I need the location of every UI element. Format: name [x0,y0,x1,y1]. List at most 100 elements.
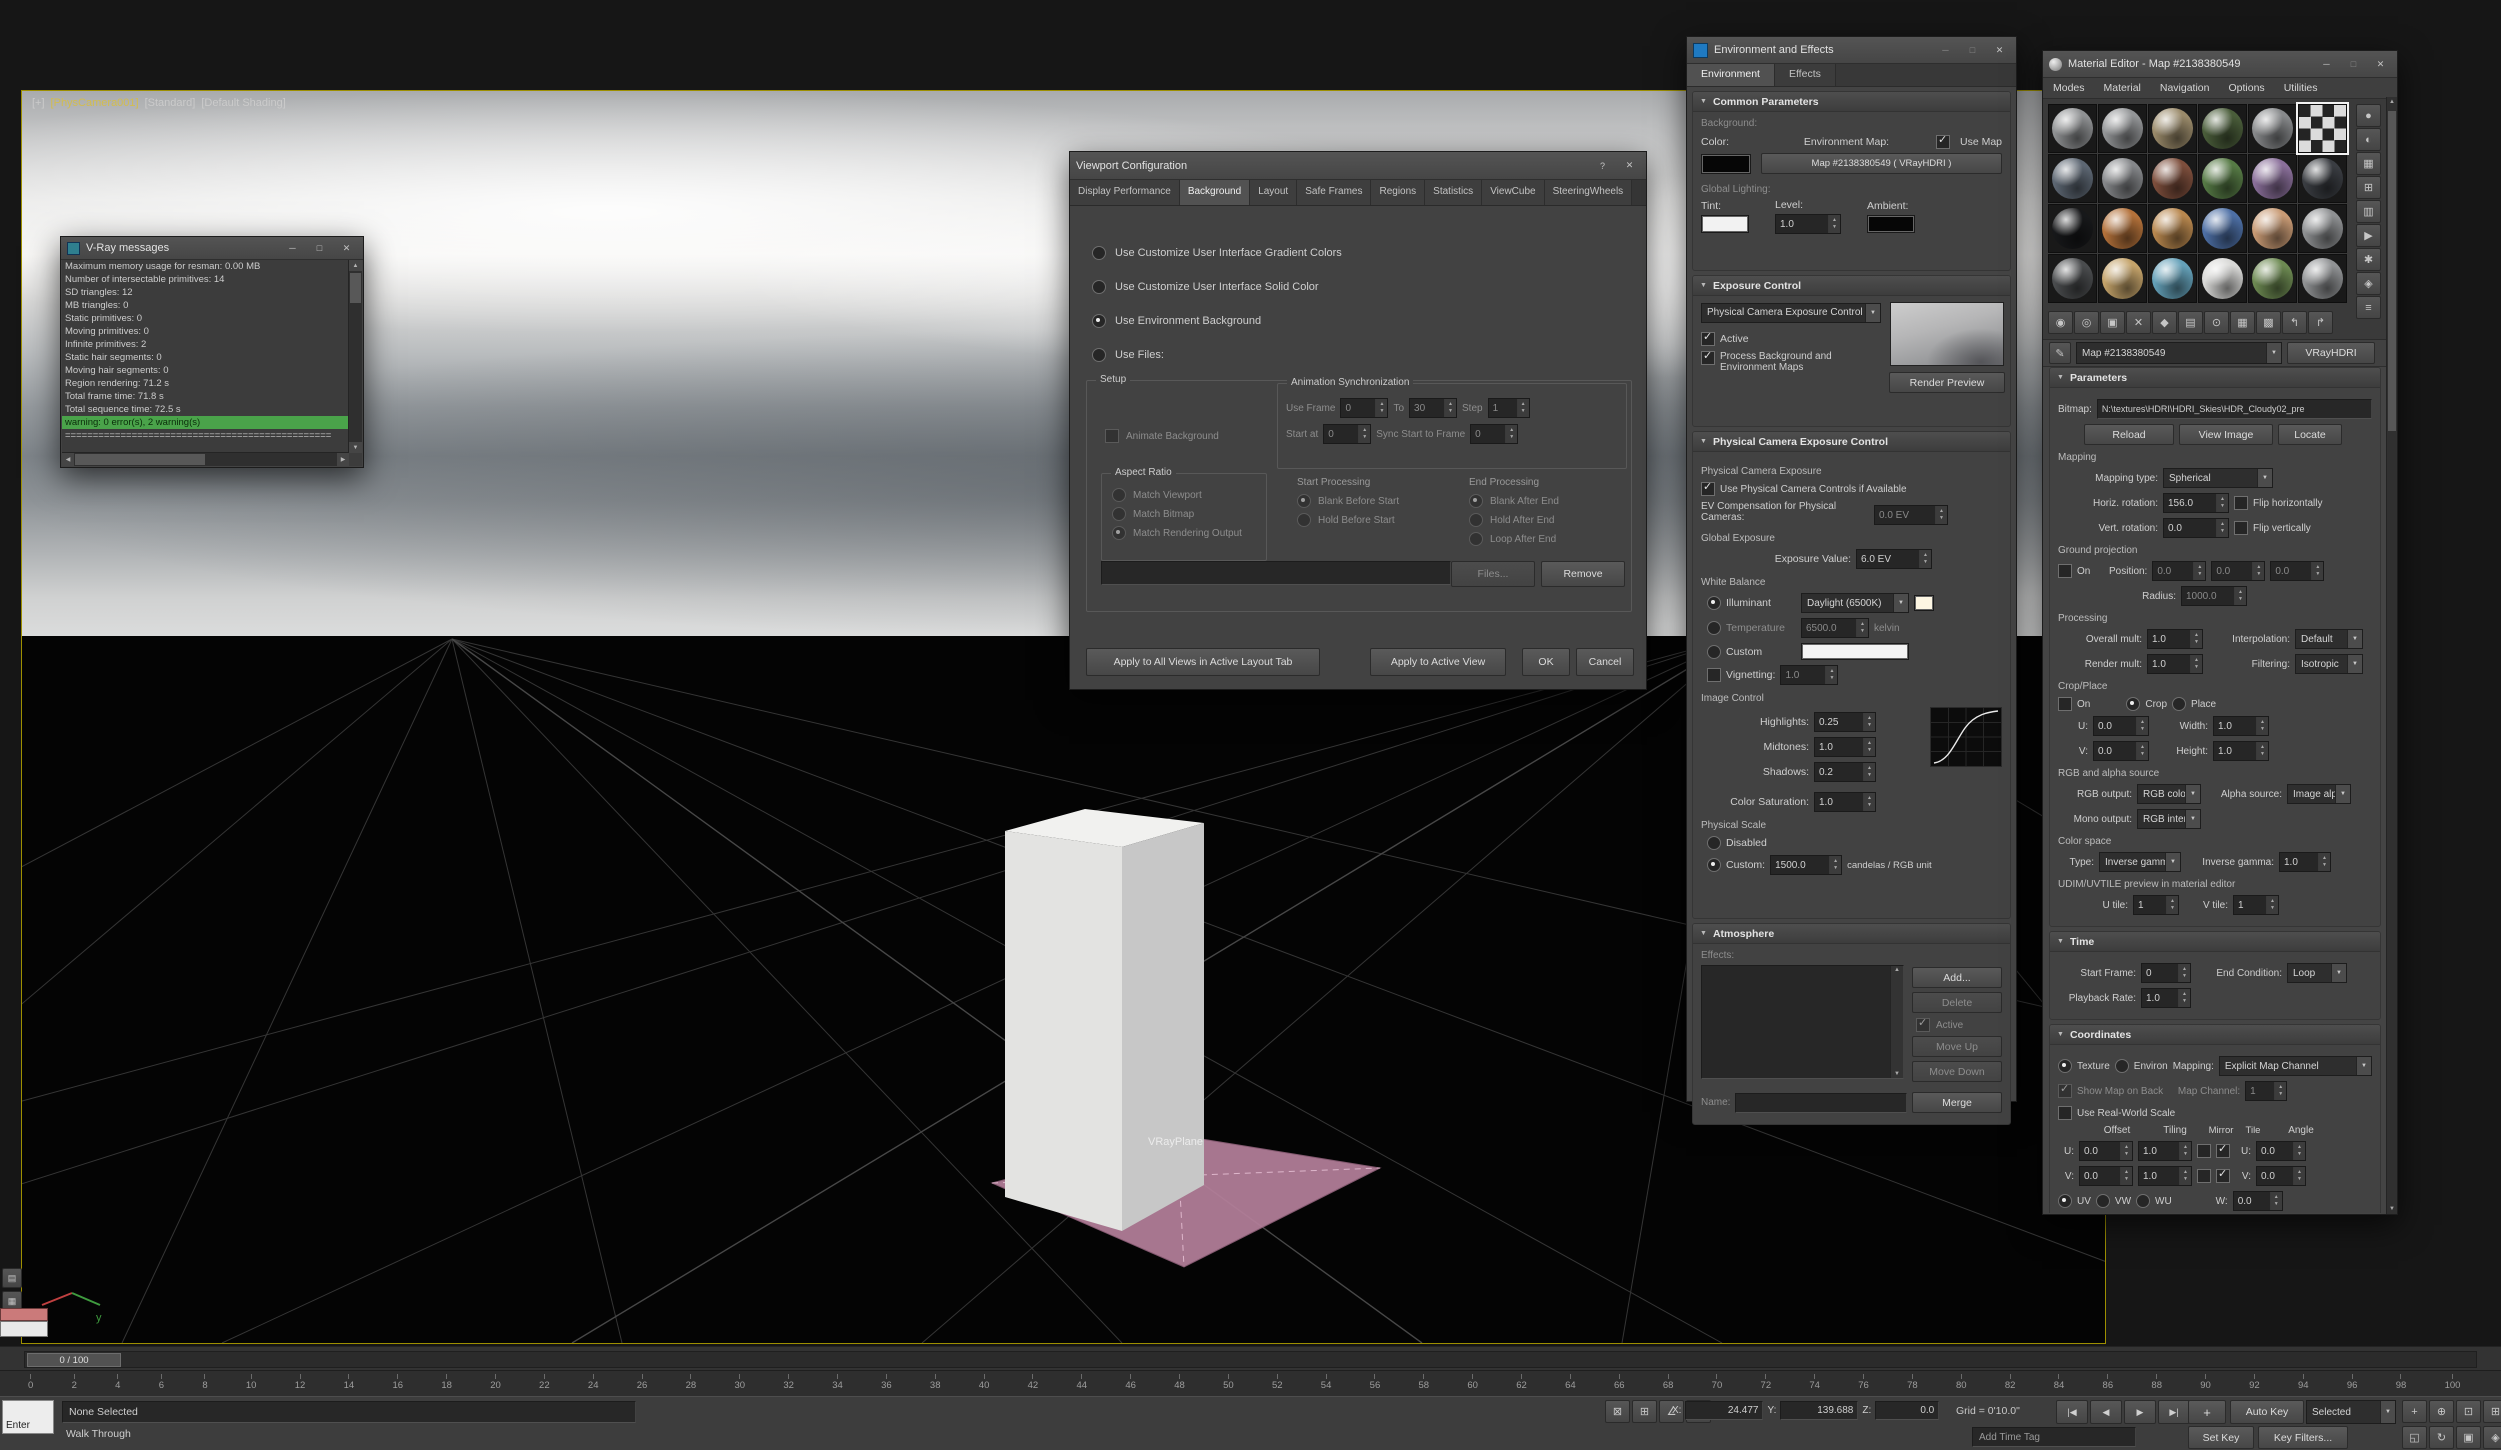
shadows-field[interactable]: 0.2 [1814,762,1876,782]
close-icon[interactable]: ✕ [1989,42,2010,58]
to-frame-field[interactable]: 30 [1409,398,1457,418]
show-map-in-viewport-icon[interactable]: ▦ [2230,311,2255,334]
viewport-renderer-menu[interactable]: [Standard] [145,97,196,109]
time-slider-track[interactable]: 0 / 100 [24,1351,2477,1368]
timeline-tick[interactable]: 16 [392,1374,403,1391]
timeline-tick[interactable]: 28 [686,1374,697,1391]
vw-radio[interactable] [2096,1194,2110,1208]
tab-background[interactable]: Background [1180,180,1250,205]
effect-active-checkbox[interactable] [1916,1018,1930,1032]
material-sample-slot[interactable] [2298,154,2347,203]
timeline-tick[interactable]: 74 [1809,1374,1820,1391]
sample-type-icon[interactable]: ● [2356,104,2381,127]
timeline-tick[interactable]: 0 [28,1374,33,1391]
material-type-button[interactable]: VRayHDRI [2287,342,2375,364]
time-slider-handle[interactable]: 0 / 100 [27,1353,121,1367]
move-down-button[interactable]: Move Down [1912,1061,2002,1082]
material-id-icon[interactable]: ⊙ [2204,311,2229,334]
track-bar[interactable]: 0 / 100 [0,1346,2501,1371]
color-saturation-field[interactable]: 1.0 [1814,792,1876,812]
ambient-color-swatch[interactable] [1867,215,1915,233]
position-x-field[interactable]: 0.0 [2152,561,2206,581]
timeline-tick[interactable]: 72 [1761,1374,1772,1391]
auto-key-button[interactable]: Auto Key [2230,1400,2304,1424]
key-filters-button[interactable]: Key Filters... [2258,1426,2348,1449]
end-condition-dropdown[interactable]: Loop [2287,963,2347,983]
material-sample-slot[interactable] [2048,204,2097,253]
timeline-tick[interactable]: 86 [2103,1374,2114,1391]
minimize-icon[interactable]: ─ [282,240,303,256]
add-time-tag-field[interactable]: Add Time Tag [1972,1427,2136,1447]
vert-rotation-field[interactable]: 0.0 [2163,518,2229,538]
material-sample-slot[interactable] [2048,154,2097,203]
timeline-tick[interactable]: 96 [2347,1374,2358,1391]
get-material-icon[interactable]: ◉ [2048,311,2073,334]
radio[interactable] [1092,348,1106,362]
tab-safe-frames[interactable]: Safe Frames [1297,180,1371,205]
material-sample-slot[interactable] [2098,254,2147,303]
timeline-tick[interactable]: 24 [588,1374,599,1391]
timeline-tick[interactable]: 78 [1907,1374,1918,1391]
position-z-field[interactable]: 0.0 [2270,561,2324,581]
dialog-titlebar[interactable]: Viewport Configuration ? ✕ [1070,152,1646,180]
exposure-active-checkbox[interactable] [1701,332,1715,346]
ev-compensation-field[interactable]: 0.0 EV [1874,505,1948,525]
select-by-material-icon[interactable]: ◈ [2356,272,2381,295]
menu-utilities[interactable]: Utilities [2282,82,2320,94]
use-real-world-scale-checkbox[interactable] [2058,1106,2072,1120]
timeline-tick[interactable]: 92 [2249,1374,2260,1391]
vray-messages-titlebar[interactable]: V-Ray messages ─ □ ✕ [61,237,363,260]
material-sample-slot[interactable] [2198,204,2247,253]
material-sample-slot[interactable] [2298,104,2347,153]
u-mirror-checkbox[interactable] [2197,1144,2211,1158]
u-offset-field[interactable]: 0.0 [2079,1141,2133,1161]
view-image-button[interactable]: View Image [2179,424,2273,445]
viewport-camera-menu[interactable]: [PhysCamera001] [51,97,139,109]
timeline-tick[interactable]: 66 [1614,1374,1625,1391]
animate-background-checkbox[interactable] [1105,429,1119,443]
process-background-checkbox[interactable] [1701,351,1715,365]
snaps-toggle-icon[interactable]: ⊞ [1632,1400,1657,1423]
hold-before-start-option[interactable]: Hold Before Start [1297,513,1399,527]
v-tile-field[interactable]: 1 [2233,895,2279,915]
scroll-right-icon[interactable]: ▶ [337,453,349,466]
material-sample-slot[interactable] [2148,104,2197,153]
tab-environment[interactable]: Environment [1687,64,1775,86]
make-preview-icon[interactable]: ▶ [2356,224,2381,247]
timeline-tick[interactable]: 22 [539,1374,550,1391]
temperature-option[interactable]: Temperature 6500.0 kelvin [1701,618,2002,638]
apply-active-view-button[interactable]: Apply to Active View [1370,648,1506,676]
x-coordinate-field[interactable]: 24.477 [1685,1401,1763,1420]
previous-frame-button[interactable]: ◀ [2090,1400,2122,1424]
material-map-navigator-icon[interactable]: ≡ [2356,296,2381,319]
crop-height-field[interactable]: 1.0 [2213,741,2269,761]
render-mult-field[interactable]: 1.0 [2147,654,2203,674]
z-coordinate-field[interactable]: 0.0 [1875,1401,1939,1420]
box-object[interactable] [1005,809,1204,1231]
radio[interactable] [1092,246,1106,260]
timeline-tick[interactable]: 64 [1565,1374,1576,1391]
uv-radio[interactable] [2058,1194,2072,1208]
timeline-tick[interactable]: 8 [202,1374,207,1391]
material-sample-slot[interactable] [2248,104,2297,153]
key-filter-dropdown[interactable]: Selected [2306,1400,2396,1424]
horiz-rotation-field[interactable]: 156.0 [2163,493,2229,513]
material-sample-slot[interactable] [2048,254,2097,303]
material-sample-slot[interactable] [2098,154,2147,203]
crop-u-field[interactable]: 0.0 [2093,716,2149,736]
radio[interactable] [1092,280,1106,294]
use-frame-field[interactable]: 0 [1340,398,1388,418]
close-icon[interactable]: ✕ [2370,56,2391,72]
tab-viewcube[interactable]: ViewCube [1482,180,1544,205]
maxscript-mini-listener[interactable] [0,1321,48,1337]
u-tiling-field[interactable]: 1.0 [2138,1141,2192,1161]
material-sample-slot[interactable] [2298,254,2347,303]
material-sample-slot[interactable] [2198,254,2247,303]
maxscript-mini-listener-macro[interactable] [0,1308,48,1321]
timeline-tick[interactable]: 6 [159,1374,164,1391]
viewport-pov-menu[interactable]: [+] [32,97,45,109]
u-tile-field[interactable]: 1 [2133,895,2179,915]
radio[interactable] [1092,314,1106,328]
window-titlebar[interactable]: Environment and Effects ─ □ ✕ [1687,37,2016,64]
put-to-library-icon[interactable]: ▤ [2178,311,2203,334]
